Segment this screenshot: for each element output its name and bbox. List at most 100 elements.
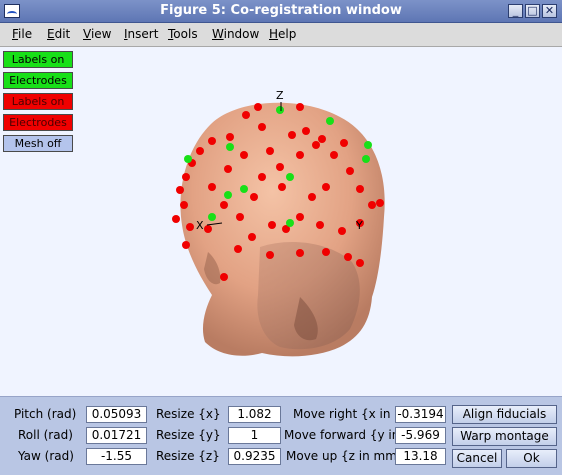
title-bar: Figure 5: Co-registration window _ □ ✕ bbox=[0, 0, 562, 23]
axis-y-label: Y bbox=[355, 219, 363, 232]
electrode-red bbox=[220, 273, 228, 281]
menu-file[interactable]: File bbox=[12, 27, 32, 41]
menu-help[interactable]: Help bbox=[269, 27, 296, 41]
electrode-red bbox=[258, 123, 266, 131]
electrode-red bbox=[296, 151, 304, 159]
menu-help-mnemonic: H bbox=[269, 27, 279, 41]
electrode-red bbox=[296, 103, 304, 111]
electrode-red bbox=[266, 251, 274, 259]
electrode-red bbox=[196, 147, 204, 155]
menu-edit-label: dit bbox=[54, 27, 71, 41]
menu-view-label: iew bbox=[90, 27, 112, 41]
cancel-button[interactable]: Cancel bbox=[452, 449, 502, 468]
electrode-green bbox=[276, 106, 284, 114]
electrode-red bbox=[186, 223, 194, 231]
axis-x-label: X bbox=[196, 219, 204, 232]
menu-bar: File Edit View Insert Tools Window Help bbox=[0, 23, 562, 47]
yaw-input[interactable]: -1.55 bbox=[86, 448, 147, 465]
menu-edit[interactable]: Edit bbox=[47, 27, 70, 41]
electrode-red bbox=[224, 165, 232, 173]
electrode-red bbox=[316, 221, 324, 229]
head-render: Z X Y bbox=[172, 89, 385, 357]
electrode-red bbox=[234, 245, 242, 253]
electrode-green bbox=[326, 117, 334, 125]
electrode-green bbox=[286, 219, 294, 227]
menu-help-label: elp bbox=[278, 27, 297, 41]
electrode-red bbox=[254, 103, 262, 111]
electrode-red bbox=[356, 259, 364, 267]
electrode-red bbox=[356, 185, 364, 193]
yaw-label: Yaw (rad) bbox=[18, 449, 74, 463]
electrode-red bbox=[338, 227, 346, 235]
electrode-green bbox=[362, 155, 370, 163]
electrode-red bbox=[180, 201, 188, 209]
electrode-green bbox=[364, 141, 372, 149]
menu-window[interactable]: Window bbox=[212, 27, 259, 41]
electrode-red bbox=[276, 163, 284, 171]
menu-file-label: ile bbox=[18, 27, 33, 41]
roll-input[interactable]: 0.01721 bbox=[86, 427, 147, 444]
resize-y-label: Resize {y} bbox=[156, 428, 221, 442]
close-icon[interactable]: ✕ bbox=[542, 4, 557, 18]
electrode-red bbox=[172, 215, 180, 223]
move-forward-input[interactable]: -5.969 bbox=[395, 427, 446, 444]
figure-canvas[interactable]: Labels on Electrodes Labels on Electrode… bbox=[0, 47, 562, 396]
electrode-red bbox=[346, 167, 354, 175]
menu-view[interactable]: View bbox=[83, 27, 111, 41]
electrode-red bbox=[322, 183, 330, 191]
electrode-red bbox=[340, 139, 348, 147]
electrode-red bbox=[176, 186, 184, 194]
electrode-red bbox=[182, 173, 190, 181]
electrode-red bbox=[182, 241, 190, 249]
electrode-red bbox=[278, 183, 286, 191]
electrode-red bbox=[240, 151, 248, 159]
electrode-green bbox=[208, 213, 216, 221]
electrode-red bbox=[368, 201, 376, 209]
move-up-input[interactable]: 13.18 bbox=[395, 448, 446, 465]
electrode-red bbox=[288, 131, 296, 139]
minimize-icon[interactable]: _ bbox=[508, 4, 523, 18]
pitch-label: Pitch (rad) bbox=[14, 407, 77, 421]
resize-x-input[interactable]: 1.082 bbox=[228, 406, 281, 423]
menu-tools[interactable]: Tools bbox=[168, 27, 198, 41]
menu-window-mnemonic: W bbox=[212, 27, 224, 41]
resize-z-input[interactable]: 0.9235 bbox=[228, 448, 281, 465]
pitch-input[interactable]: 0.05093 bbox=[86, 406, 147, 423]
menu-window-label: indow bbox=[223, 27, 260, 41]
electrode-red bbox=[208, 183, 216, 191]
window-title: Figure 5: Co-registration window bbox=[160, 3, 402, 18]
move-up-label: Move up {z in mm} bbox=[286, 449, 405, 463]
menu-edit-mnemonic: E bbox=[47, 27, 55, 41]
electrode-red bbox=[322, 248, 330, 256]
electrode-red bbox=[220, 201, 228, 209]
electrode-red bbox=[330, 151, 338, 159]
move-right-input[interactable]: -0.3194 bbox=[395, 406, 446, 423]
electrode-red bbox=[226, 133, 234, 141]
menu-insert-label: nsert bbox=[127, 27, 159, 41]
electrode-green bbox=[224, 191, 232, 199]
electrode-red bbox=[268, 221, 276, 229]
electrode-red bbox=[250, 193, 258, 201]
electrode-red bbox=[376, 199, 384, 207]
coregistration-panel: Pitch (rad) 0.05093 Roll (rad) 0.01721 Y… bbox=[0, 396, 562, 475]
electrode-green bbox=[240, 185, 248, 193]
electrode-red bbox=[242, 111, 250, 119]
electrode-red bbox=[248, 233, 256, 241]
electrode-red bbox=[266, 147, 274, 155]
electrode-green bbox=[226, 143, 234, 151]
electrode-red bbox=[312, 141, 320, 149]
ok-button[interactable]: Ok bbox=[506, 449, 557, 468]
electrode-red bbox=[296, 213, 304, 221]
resize-x-label: Resize {x} bbox=[156, 407, 221, 421]
electrode-green bbox=[286, 173, 294, 181]
move-forward-label: Move forward {y in bbox=[284, 428, 400, 442]
maximize-icon[interactable]: □ bbox=[525, 4, 540, 18]
menu-tools-label: ools bbox=[173, 27, 198, 41]
electrode-red bbox=[296, 249, 304, 257]
menu-insert[interactable]: Insert bbox=[124, 27, 158, 41]
warp-montage-button[interactable]: Warp montage bbox=[452, 427, 557, 446]
electrode-red bbox=[344, 253, 352, 261]
electrode-green bbox=[184, 155, 192, 163]
resize-y-input[interactable]: 1 bbox=[228, 427, 281, 444]
align-fiducials-button[interactable]: Align fiducials bbox=[452, 405, 557, 424]
